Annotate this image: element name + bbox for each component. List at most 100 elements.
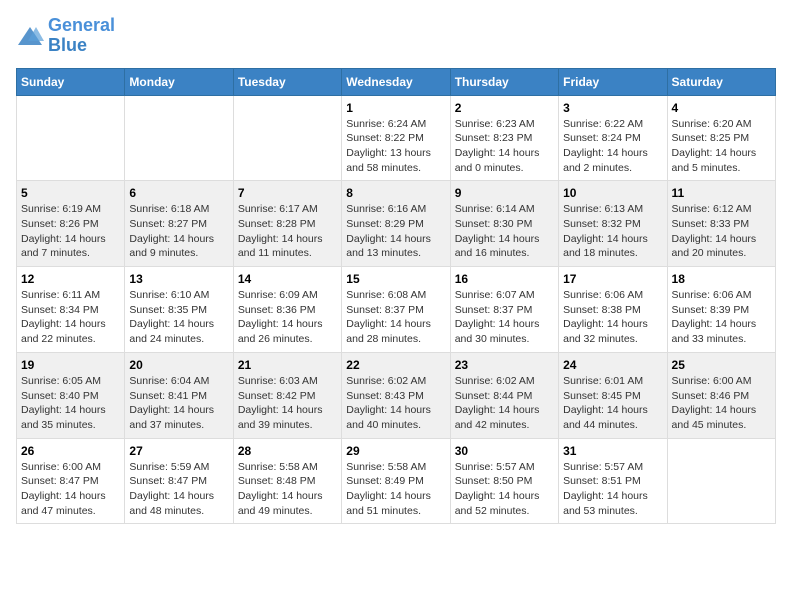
calendar-table: SundayMondayTuesdayWednesdayThursdayFrid… bbox=[16, 68, 776, 525]
calendar-week-row: 26 Sunrise: 6:00 AMSunset: 8:47 PMDayligh… bbox=[17, 438, 776, 524]
day-info: Sunrise: 6:13 AMSunset: 8:32 PMDaylight:… bbox=[563, 202, 662, 261]
weekday-header-tuesday: Tuesday bbox=[233, 68, 341, 95]
calendar-cell: 29 Sunrise: 5:58 AMSunset: 8:49 PMDayligh… bbox=[342, 438, 450, 524]
day-info: Sunrise: 6:10 AMSunset: 8:35 PMDaylight:… bbox=[129, 288, 228, 347]
day-info: Sunrise: 6:11 AMSunset: 8:34 PMDaylight:… bbox=[21, 288, 120, 347]
calendar-cell: 19 Sunrise: 6:05 AMSunset: 8:40 PMDayligh… bbox=[17, 352, 125, 438]
calendar-cell: 30 Sunrise: 5:57 AMSunset: 8:50 PMDayligh… bbox=[450, 438, 558, 524]
calendar-cell: 18 Sunrise: 6:06 AMSunset: 8:39 PMDayligh… bbox=[667, 267, 775, 353]
calendar-cell bbox=[17, 95, 125, 181]
logo-icon bbox=[16, 25, 44, 47]
day-number: 16 bbox=[455, 272, 554, 286]
calendar-cell: 14 Sunrise: 6:09 AMSunset: 8:36 PMDayligh… bbox=[233, 267, 341, 353]
day-number: 28 bbox=[238, 444, 337, 458]
day-number: 12 bbox=[21, 272, 120, 286]
day-number: 4 bbox=[672, 101, 771, 115]
day-info: Sunrise: 6:12 AMSunset: 8:33 PMDaylight:… bbox=[672, 202, 771, 261]
day-number: 25 bbox=[672, 358, 771, 372]
logo-text: General Blue bbox=[48, 16, 115, 56]
day-number: 24 bbox=[563, 358, 662, 372]
day-number: 22 bbox=[346, 358, 445, 372]
day-info: Sunrise: 5:57 AMSunset: 8:50 PMDaylight:… bbox=[455, 460, 554, 519]
day-number: 27 bbox=[129, 444, 228, 458]
day-info: Sunrise: 5:58 AMSunset: 8:49 PMDaylight:… bbox=[346, 460, 445, 519]
weekday-header-friday: Friday bbox=[559, 68, 667, 95]
page-header: General Blue bbox=[16, 16, 776, 56]
calendar-cell: 27 Sunrise: 5:59 AMSunset: 8:47 PMDayligh… bbox=[125, 438, 233, 524]
calendar-week-row: 5Sunrise: 6:19 AMSunset: 8:26 PMDaylight… bbox=[17, 181, 776, 267]
day-number: 5 bbox=[21, 186, 120, 200]
calendar-cell bbox=[125, 95, 233, 181]
calendar-cell: 15Sunrise: 6:08 AMSunset: 8:37 PMDayligh… bbox=[342, 267, 450, 353]
weekday-header-thursday: Thursday bbox=[450, 68, 558, 95]
calendar-cell: 17Sunrise: 6:06 AMSunset: 8:38 PMDayligh… bbox=[559, 267, 667, 353]
calendar-cell: 7 Sunrise: 6:17 AMSunset: 8:28 PMDaylight… bbox=[233, 181, 341, 267]
calendar-cell: 8 Sunrise: 6:16 AMSunset: 8:29 PMDaylight… bbox=[342, 181, 450, 267]
weekday-header-row: SundayMondayTuesdayWednesdayThursdayFrid… bbox=[17, 68, 776, 95]
day-info: Sunrise: 6:09 AMSunset: 8:36 PMDaylight:… bbox=[238, 288, 337, 347]
day-number: 13 bbox=[129, 272, 228, 286]
day-number: 20 bbox=[129, 358, 228, 372]
day-number: 29 bbox=[346, 444, 445, 458]
day-info: Sunrise: 6:03 AMSunset: 8:42 PMDaylight:… bbox=[238, 374, 337, 433]
day-number: 3 bbox=[563, 101, 662, 115]
day-number: 7 bbox=[238, 186, 337, 200]
day-info: Sunrise: 6:05 AMSunset: 8:40 PMDaylight:… bbox=[21, 374, 120, 433]
day-info: Sunrise: 6:06 AMSunset: 8:38 PMDaylight:… bbox=[563, 288, 662, 347]
calendar-cell: 9Sunrise: 6:14 AMSunset: 8:30 PMDaylight… bbox=[450, 181, 558, 267]
calendar-cell: 6 Sunrise: 6:18 AMSunset: 8:27 PMDaylight… bbox=[125, 181, 233, 267]
day-info: Sunrise: 6:01 AMSunset: 8:45 PMDaylight:… bbox=[563, 374, 662, 433]
weekday-header-wednesday: Wednesday bbox=[342, 68, 450, 95]
calendar-cell: 5Sunrise: 6:19 AMSunset: 8:26 PMDaylight… bbox=[17, 181, 125, 267]
day-info: Sunrise: 6:17 AMSunset: 8:28 PMDaylight:… bbox=[238, 202, 337, 261]
calendar-cell: 13 Sunrise: 6:10 AMSunset: 8:35 PMDayligh… bbox=[125, 267, 233, 353]
calendar-cell: 1 Sunrise: 6:24 AMSunset: 8:22 PMDaylight… bbox=[342, 95, 450, 181]
day-number: 11 bbox=[672, 186, 771, 200]
day-number: 30 bbox=[455, 444, 554, 458]
day-info: Sunrise: 6:02 AMSunset: 8:43 PMDaylight:… bbox=[346, 374, 445, 433]
calendar-cell: 31Sunrise: 5:57 AMSunset: 8:51 PMDayligh… bbox=[559, 438, 667, 524]
calendar-week-row: 19 Sunrise: 6:05 AMSunset: 8:40 PMDayligh… bbox=[17, 352, 776, 438]
day-number: 8 bbox=[346, 186, 445, 200]
calendar-week-row: 12 Sunrise: 6:11 AMSunset: 8:34 PMDayligh… bbox=[17, 267, 776, 353]
weekday-header-saturday: Saturday bbox=[667, 68, 775, 95]
day-number: 31 bbox=[563, 444, 662, 458]
calendar-cell: 24 Sunrise: 6:01 AMSunset: 8:45 PMDayligh… bbox=[559, 352, 667, 438]
day-number: 26 bbox=[21, 444, 120, 458]
day-info: Sunrise: 6:06 AMSunset: 8:39 PMDaylight:… bbox=[672, 288, 771, 347]
calendar-cell: 4 Sunrise: 6:20 AMSunset: 8:25 PMDaylight… bbox=[667, 95, 775, 181]
calendar-cell bbox=[233, 95, 341, 181]
weekday-header-sunday: Sunday bbox=[17, 68, 125, 95]
day-info: Sunrise: 5:58 AMSunset: 8:48 PMDaylight:… bbox=[238, 460, 337, 519]
calendar-cell: 16Sunrise: 6:07 AMSunset: 8:37 PMDayligh… bbox=[450, 267, 558, 353]
day-number: 14 bbox=[238, 272, 337, 286]
calendar-cell: 20 Sunrise: 6:04 AMSunset: 8:41 PMDayligh… bbox=[125, 352, 233, 438]
day-info: Sunrise: 6:24 AMSunset: 8:22 PMDaylight:… bbox=[346, 117, 445, 176]
day-info: Sunrise: 6:16 AMSunset: 8:29 PMDaylight:… bbox=[346, 202, 445, 261]
day-number: 21 bbox=[238, 358, 337, 372]
day-info: Sunrise: 6:00 AMSunset: 8:46 PMDaylight:… bbox=[672, 374, 771, 433]
day-number: 19 bbox=[21, 358, 120, 372]
calendar-cell: 22 Sunrise: 6:02 AMSunset: 8:43 PMDayligh… bbox=[342, 352, 450, 438]
day-info: Sunrise: 6:04 AMSunset: 8:41 PMDaylight:… bbox=[129, 374, 228, 433]
weekday-header-monday: Monday bbox=[125, 68, 233, 95]
day-number: 1 bbox=[346, 101, 445, 115]
logo: General Blue bbox=[16, 16, 115, 56]
calendar-cell: 3 Sunrise: 6:22 AMSunset: 8:24 PMDaylight… bbox=[559, 95, 667, 181]
day-number: 9 bbox=[455, 186, 554, 200]
day-info: Sunrise: 6:20 AMSunset: 8:25 PMDaylight:… bbox=[672, 117, 771, 176]
day-info: Sunrise: 5:59 AMSunset: 8:47 PMDaylight:… bbox=[129, 460, 228, 519]
day-info: Sunrise: 6:22 AMSunset: 8:24 PMDaylight:… bbox=[563, 117, 662, 176]
day-info: Sunrise: 6:00 AMSunset: 8:47 PMDaylight:… bbox=[21, 460, 120, 519]
day-number: 18 bbox=[672, 272, 771, 286]
calendar-cell: 23Sunrise: 6:02 AMSunset: 8:44 PMDayligh… bbox=[450, 352, 558, 438]
day-info: Sunrise: 6:08 AMSunset: 8:37 PMDaylight:… bbox=[346, 288, 445, 347]
day-number: 6 bbox=[129, 186, 228, 200]
calendar-cell: 25 Sunrise: 6:00 AMSunset: 8:46 PMDayligh… bbox=[667, 352, 775, 438]
calendar-cell: 21 Sunrise: 6:03 AMSunset: 8:42 PMDayligh… bbox=[233, 352, 341, 438]
day-info: Sunrise: 6:18 AMSunset: 8:27 PMDaylight:… bbox=[129, 202, 228, 261]
calendar-cell bbox=[667, 438, 775, 524]
calendar-week-row: 1 Sunrise: 6:24 AMSunset: 8:22 PMDaylight… bbox=[17, 95, 776, 181]
day-info: Sunrise: 6:02 AMSunset: 8:44 PMDaylight:… bbox=[455, 374, 554, 433]
calendar-cell: 26 Sunrise: 6:00 AMSunset: 8:47 PMDayligh… bbox=[17, 438, 125, 524]
